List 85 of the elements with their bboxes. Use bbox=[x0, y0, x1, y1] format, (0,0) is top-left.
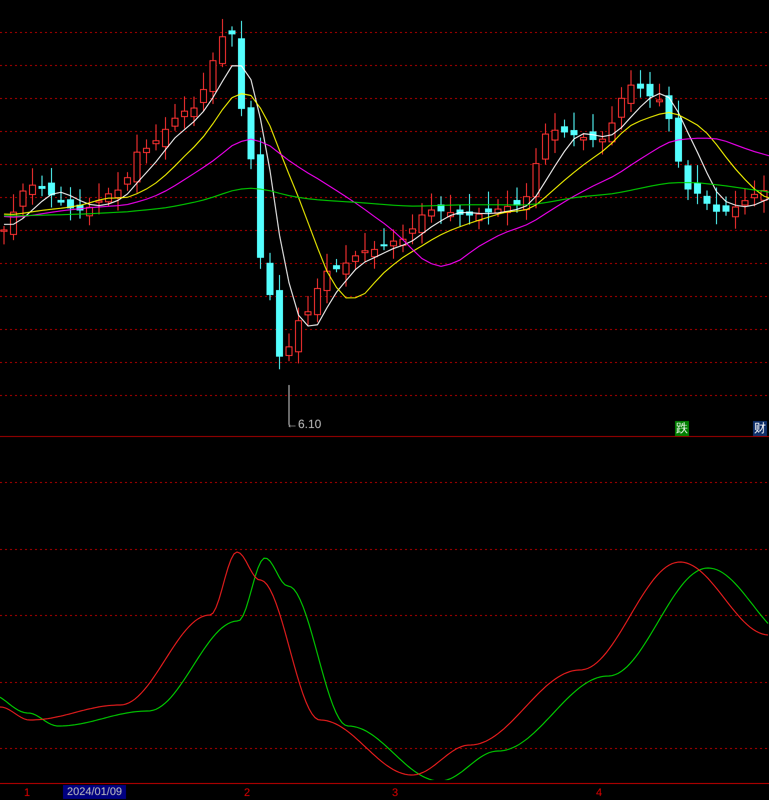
candle bbox=[552, 112, 558, 154]
candle bbox=[456, 204, 464, 227]
candle bbox=[105, 187, 112, 207]
candle bbox=[228, 26, 236, 48]
candle bbox=[200, 72, 207, 112]
candle bbox=[646, 72, 654, 108]
candle bbox=[352, 250, 359, 271]
candle bbox=[751, 180, 758, 207]
candle bbox=[390, 228, 397, 260]
month-label: 4 bbox=[596, 786, 602, 800]
candle bbox=[590, 114, 596, 148]
candle bbox=[29, 168, 36, 206]
candle bbox=[713, 186, 720, 225]
candle bbox=[637, 70, 644, 98]
candle bbox=[684, 160, 692, 200]
candle bbox=[722, 196, 730, 216]
candle bbox=[704, 190, 710, 210]
candle bbox=[608, 106, 616, 146]
candle bbox=[181, 96, 188, 130]
candle bbox=[86, 197, 93, 226]
candle bbox=[96, 182, 102, 215]
candle bbox=[599, 130, 606, 156]
candle bbox=[618, 86, 625, 130]
candle bbox=[143, 138, 150, 164]
candle bbox=[532, 148, 540, 209]
candle bbox=[333, 258, 340, 273]
month-label: 3 bbox=[392, 786, 398, 800]
candle bbox=[134, 134, 140, 194]
signal-badge: 财 bbox=[753, 421, 767, 436]
candle bbox=[342, 244, 350, 288]
candle bbox=[10, 194, 17, 241]
candle bbox=[210, 52, 216, 104]
candle bbox=[371, 240, 378, 270]
cursor-date-label: 2024/01/09 bbox=[63, 785, 126, 799]
candle bbox=[38, 175, 46, 197]
candle bbox=[295, 307, 302, 364]
signal-badge: 跌 bbox=[675, 421, 689, 436]
candle bbox=[314, 278, 321, 323]
candle bbox=[447, 194, 454, 222]
candle bbox=[694, 164, 701, 205]
low-price-label: ←6.10 bbox=[286, 417, 322, 431]
candle bbox=[570, 112, 578, 147]
candle bbox=[466, 193, 473, 225]
candle bbox=[409, 214, 416, 245]
candle bbox=[542, 123, 549, 166]
candle bbox=[76, 188, 84, 220]
candle bbox=[58, 186, 64, 206]
candle bbox=[172, 104, 178, 132]
candle bbox=[742, 188, 748, 216]
candle bbox=[656, 83, 663, 107]
candle bbox=[152, 124, 160, 151]
candle bbox=[286, 332, 292, 362]
candle bbox=[494, 198, 502, 218]
candle bbox=[580, 132, 587, 151]
candle bbox=[20, 182, 26, 218]
candle bbox=[304, 296, 312, 326]
candle bbox=[514, 187, 520, 214]
month-label: 2 bbox=[244, 786, 250, 800]
candle bbox=[266, 252, 274, 301]
candle bbox=[380, 228, 388, 251]
leader-line bbox=[288, 384, 290, 426]
candle bbox=[438, 196, 444, 224]
candle bbox=[675, 100, 682, 168]
candle bbox=[219, 18, 226, 68]
candle bbox=[67, 186, 74, 221]
candle bbox=[476, 207, 482, 230]
candle bbox=[190, 96, 198, 127]
candle bbox=[666, 86, 672, 132]
candle bbox=[400, 224, 406, 253]
month-label: 1 bbox=[24, 786, 30, 800]
candle bbox=[485, 191, 492, 225]
candle bbox=[628, 70, 634, 113]
candle bbox=[523, 182, 530, 220]
candle bbox=[418, 202, 426, 244]
candle bbox=[362, 232, 368, 263]
candle bbox=[504, 190, 511, 226]
candle bbox=[124, 172, 131, 192]
candle bbox=[114, 172, 122, 211]
candle bbox=[48, 167, 55, 208]
candle bbox=[428, 193, 435, 224]
candle bbox=[324, 253, 330, 304]
candle bbox=[561, 119, 568, 138]
candle bbox=[248, 100, 254, 170]
candle bbox=[732, 190, 739, 230]
candle bbox=[162, 116, 169, 160]
